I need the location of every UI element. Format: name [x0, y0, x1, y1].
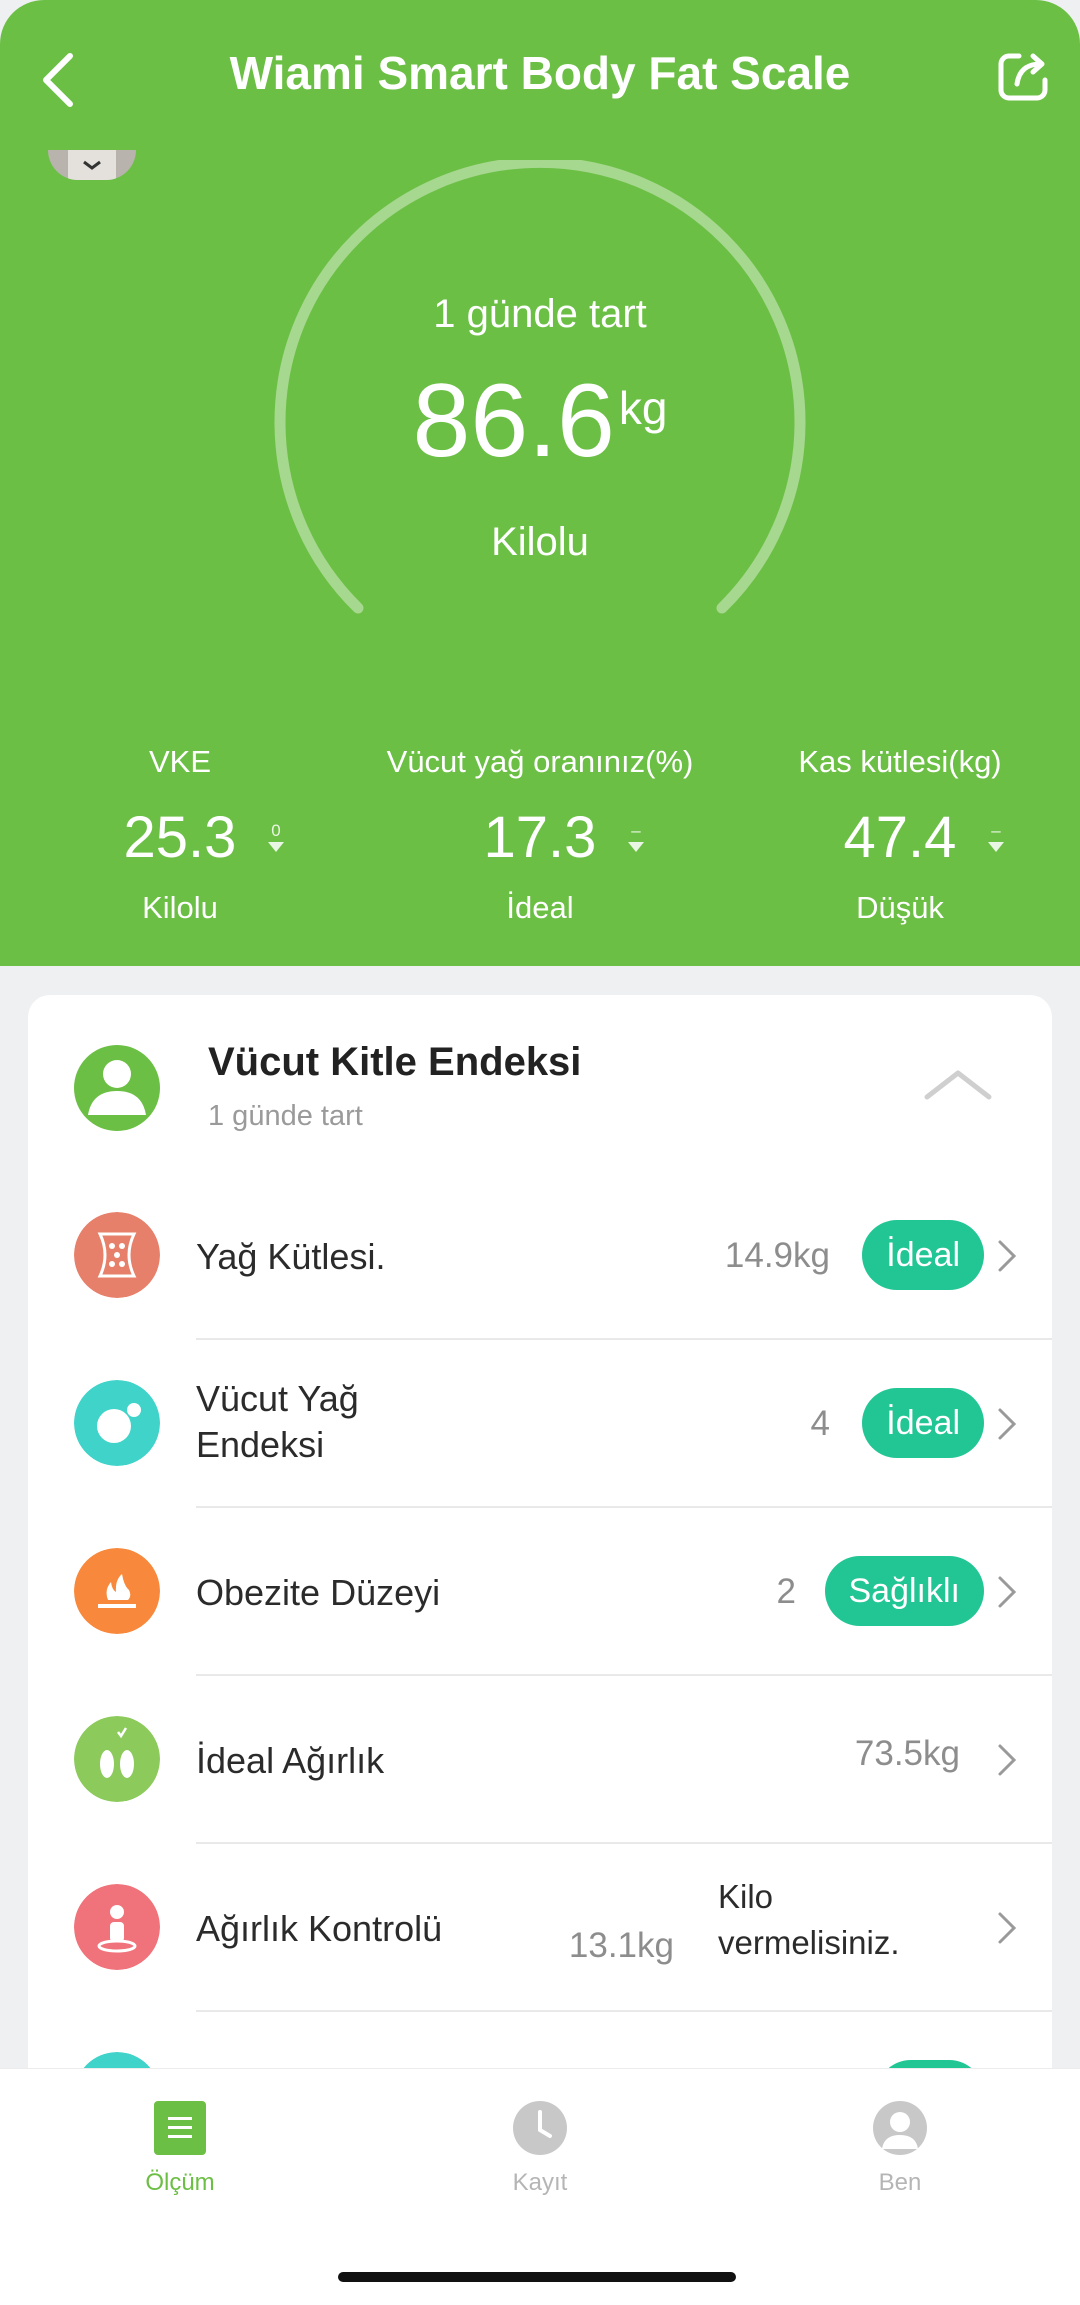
fat-mass-icon [74, 1212, 160, 1298]
chevron-right-icon [998, 1912, 1017, 1944]
row-label: Ağırlık Kontrolü [196, 1908, 443, 1949]
share-icon [998, 53, 1048, 101]
metric-status: İdeal [506, 890, 574, 925]
list-item-ideal-weight[interactable]: İdeal Ağırlık 73.5kg [28, 1676, 1052, 1844]
chevron-up-icon[interactable] [923, 1063, 993, 1103]
share-button[interactable] [995, 48, 1051, 104]
metric-label: Kas kütlesi(kg) [798, 744, 1002, 779]
summary-panel: Wiami Smart Body Fat Scale 1 günde tart … [0, 0, 1080, 966]
gauge-subtitle: 1 günde tart [433, 292, 647, 336]
tab-profile[interactable]: Ben [720, 2069, 1080, 2219]
chevron-right-icon [998, 1240, 1017, 1272]
ideal-weight-icon [74, 1716, 160, 1802]
metric-value: 47.4 [843, 805, 957, 870]
metric-value: 25.3 [123, 805, 237, 870]
list-item-fat-mass[interactable]: Yağ Kütlesi. 14.9kg İdeal [28, 1172, 1052, 1340]
metric-label: VKE [148, 744, 212, 779]
status-badge: Sağlıklı [824, 1556, 984, 1626]
row-value: 14.9kg [724, 1236, 830, 1275]
chevron-right-icon [998, 1576, 1017, 1608]
measurement-icon [154, 2101, 206, 2155]
row-label: Yağ Kütlesi. [196, 1236, 386, 1277]
person-icon [74, 1045, 160, 1131]
row-value: 73.5kg [854, 1734, 960, 1773]
list-item-obesity-level[interactable]: Obezite Düzeyi 2 Sağlıklı [28, 1508, 1052, 1676]
home-indicator [338, 2272, 736, 2282]
metric-label: Vücut yağ oranınız(%) [386, 744, 694, 779]
row-value: 4 [810, 1404, 830, 1443]
row-value: 13.1kg [568, 1926, 674, 1965]
status-badge: İdeal [862, 1388, 984, 1458]
caret-down-icon [268, 842, 284, 852]
trend-label: 0 [271, 821, 281, 840]
tab-label: Kayıt [512, 2169, 568, 2196]
tab-label: Ben [878, 2169, 922, 2196]
weight-value: 86.6kg [0, 362, 1080, 481]
user-avatar[interactable] [48, 150, 136, 180]
trend-indicator: – [624, 822, 648, 856]
status-badge: İdeal [862, 1220, 984, 1290]
metric-status: Düşük [856, 890, 944, 925]
page-title: Wiami Smart Body Fat Scale [229, 47, 851, 99]
tab-records[interactable]: Kayıt [360, 2069, 720, 2219]
avatar-face-icon [68, 150, 116, 180]
metric-value: 17.3 [483, 805, 597, 870]
row-label-line: Vücut Yağ [196, 1378, 359, 1419]
body-composition-card: Vücut Kitle Endeksi 1 günde tart Yağ Küt… [28, 995, 1052, 2155]
top-bar: Wiami Smart Body Fat Scale [0, 0, 1080, 150]
row-value: 2 [776, 1572, 796, 1611]
weight-status: Kilolu [491, 520, 589, 564]
metric-status: Kilolu [142, 890, 218, 925]
obesity-level-icon [74, 1548, 160, 1634]
weight-control-icon [74, 1884, 160, 1970]
trend-label: – [991, 821, 1001, 840]
weight-unit: kg [618, 382, 668, 434]
bottom-tab-bar: Ölçüm Kayıt Ben [0, 2068, 1080, 2305]
body-fat-index-icon [74, 1380, 160, 1466]
row-label: İdeal Ağırlık [196, 1740, 385, 1781]
list-item-weight-control[interactable]: Ağırlık Kontrolü 13.1kg Kilo vermelisini… [28, 1844, 1052, 2012]
list-item-body-fat-index[interactable]: Vücut Yağ Endeksi 4 İdeal [28, 1340, 1052, 1508]
chevron-right-icon [998, 1744, 1017, 1776]
caret-down-icon [628, 842, 644, 852]
weight-advice: Kilo vermelisiniz. [718, 1874, 900, 1966]
weight-advice-line: vermelisiniz. [718, 1924, 900, 1961]
tab-label: Ölçüm [145, 2169, 215, 2196]
row-label: Vücut Yağ Endeksi [196, 1376, 359, 1468]
trend-label: – [631, 821, 641, 840]
card-header[interactable]: Vücut Kitle Endeksi 1 günde tart [28, 995, 1052, 1145]
row-label: Obezite Düzeyi [196, 1572, 441, 1613]
card-title: Vücut Kitle Endeksi [208, 1040, 582, 1084]
metric-bmi[interactable]: VKE 25.3 0 Kilolu [0, 740, 360, 926]
card-subtitle: 1 günde tart [208, 1100, 363, 1132]
caret-down-icon [988, 842, 1004, 852]
metric-muscle-mass[interactable]: Kas kütlesi(kg) 47.4 – Düşük [720, 740, 1080, 926]
chevron-right-icon [998, 1408, 1017, 1440]
tab-measurement[interactable]: Ölçüm [0, 2069, 360, 2219]
clock-icon [513, 2101, 567, 2155]
profile-icon [873, 2101, 927, 2155]
weight-advice-line: Kilo [718, 1878, 774, 1915]
weight-number: 86.6 [412, 363, 615, 479]
trend-indicator: – [984, 822, 1008, 856]
row-label-line: Endeksi [196, 1424, 325, 1465]
metric-body-fat[interactable]: Vücut yağ oranınız(%) 17.3 – İdeal [360, 740, 720, 926]
trend-indicator: 0 [264, 822, 288, 856]
